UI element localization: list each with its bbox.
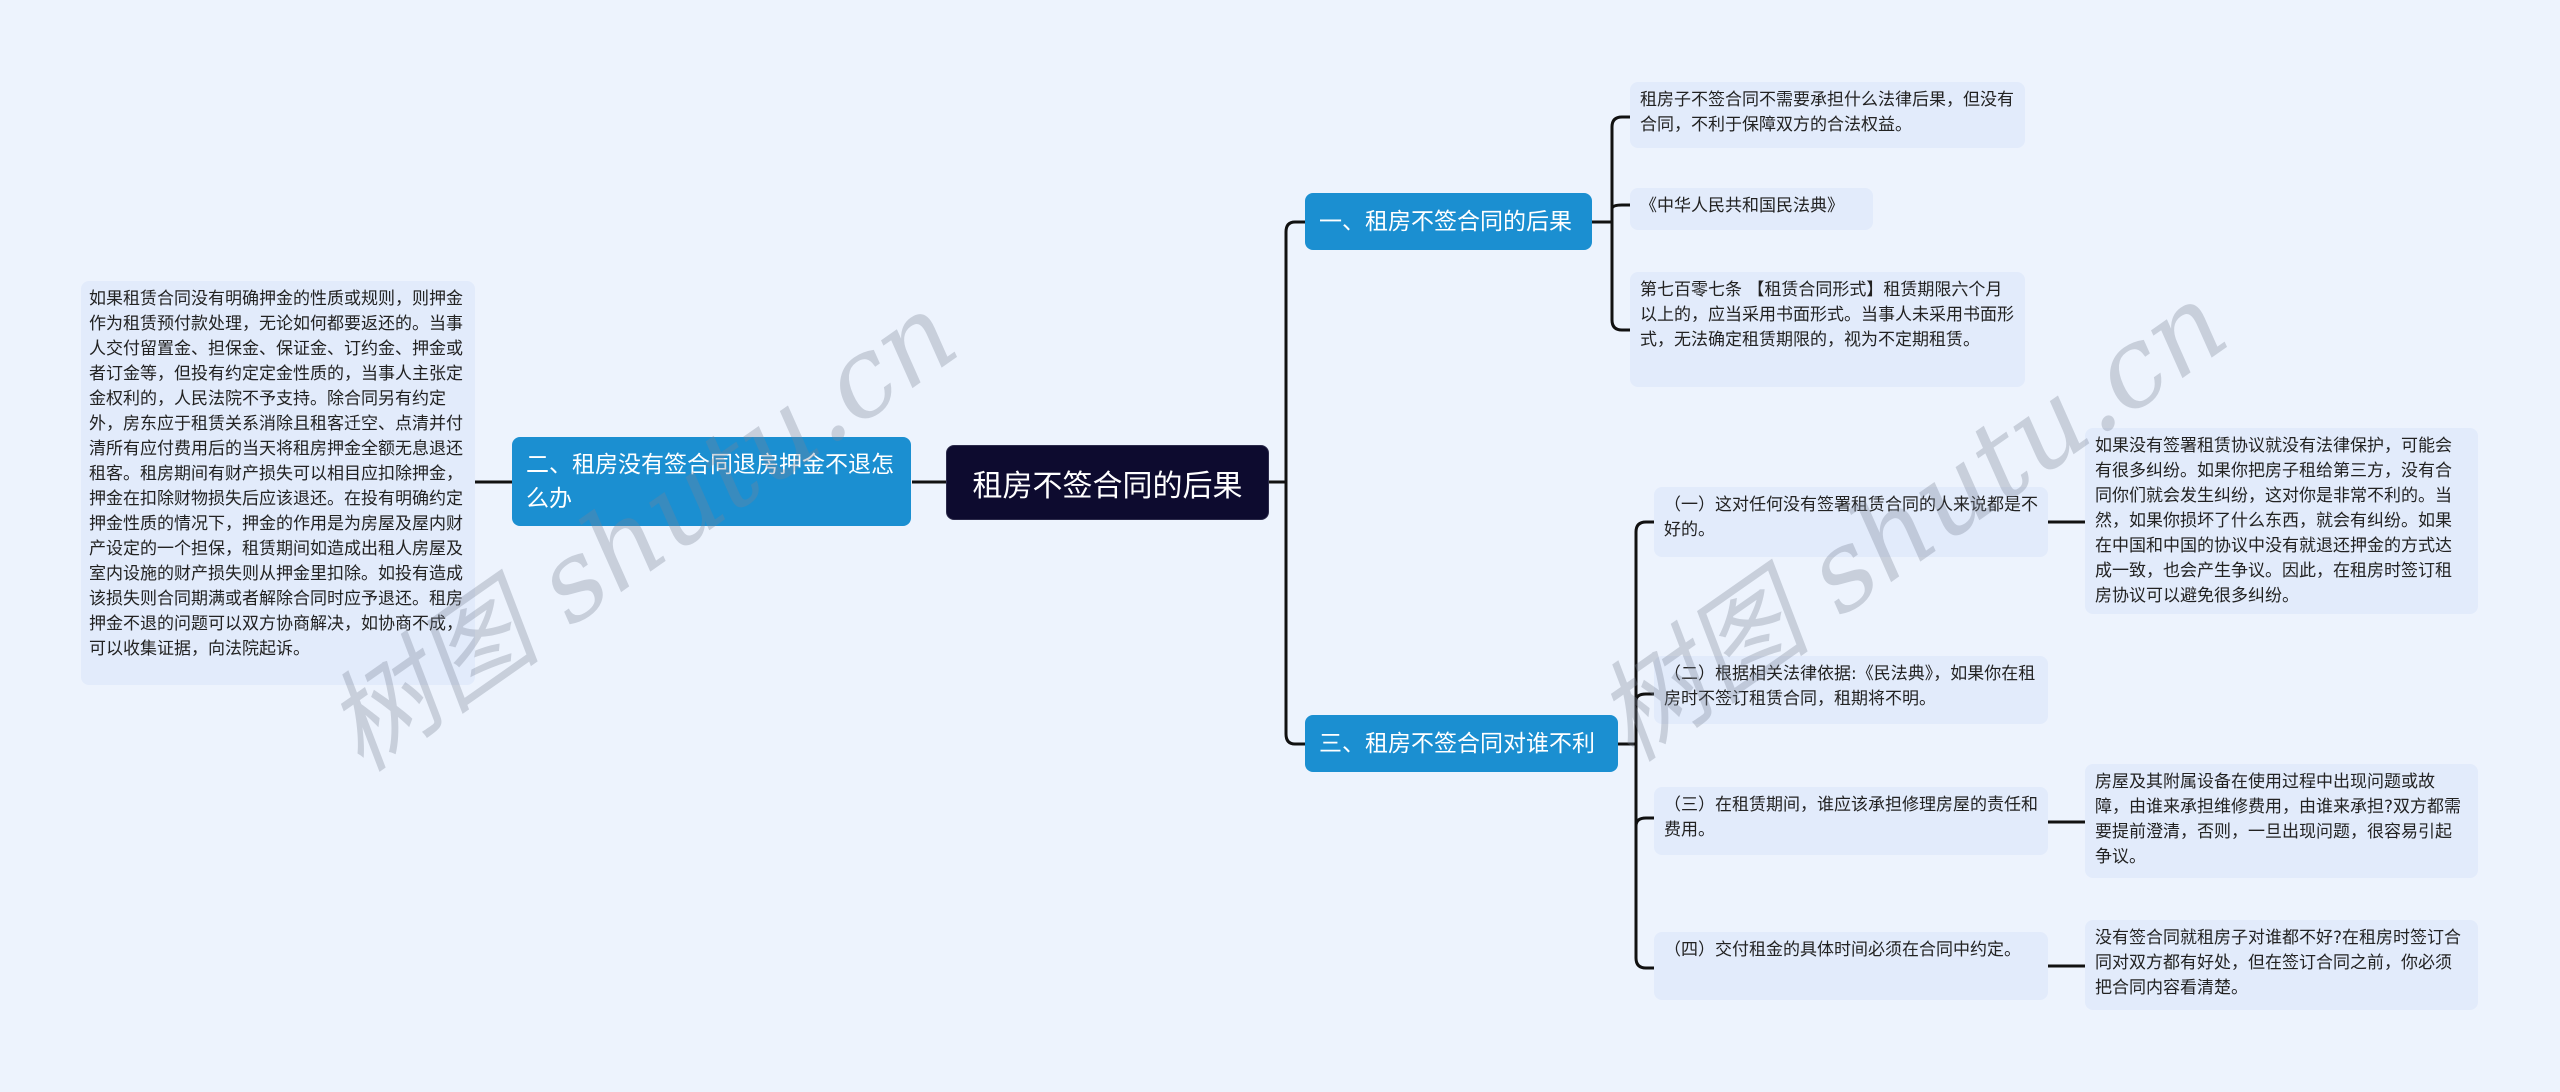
- branch-3-leaf-1-detail[interactable]: 如果没有签署租赁协议就没有法律保护，可能会有很多纠纷。如果你把房子租给第三方，没…: [2085, 428, 2478, 614]
- branch-2-leaf-1[interactable]: 如果租赁合同没有明确押金的性质或规则，则押金作为租赁预付款处理，无论如何都要返还…: [81, 281, 475, 685]
- branch-3-leaf-4-detail[interactable]: 没有签合同就租房子对谁都不好?在租房时签订合同对双方都有好处，但在签订合同之前，…: [2085, 920, 2478, 1010]
- branch-node-2[interactable]: 二、租房没有签合同退房押金不退怎么办: [512, 437, 911, 526]
- connector-branch-1-leaves: [1610, 115, 1630, 332]
- root-label: 租房不签合同的后果: [972, 468, 1243, 504]
- connector-branch-1-leaf-2: [1610, 203, 1630, 210]
- branch-1-leaf-2[interactable]: 《中华人民共和国民法典》: [1630, 188, 1873, 230]
- connector-trunk-branch-1: [1284, 220, 1305, 746]
- connector-branch-3-leaves: [1634, 520, 1654, 970]
- branch-3-leaf-3[interactable]: （三）在租赁期间，谁应该承担修理房屋的责任和费用。: [1654, 787, 2048, 855]
- branch-3-label: 三、租房不签合同对谁不利: [1319, 730, 1595, 757]
- branch-1-leaf-3[interactable]: 第七百零七条 【租赁合同形式】租赁期限六个月以上的，应当采用书面形式。当事人未采…: [1630, 272, 2025, 387]
- branch-node-3[interactable]: 三、租房不签合同对谁不利: [1305, 715, 1618, 772]
- branch-2-label: 二、租房没有签合同退房押金不退怎么办: [526, 451, 894, 512]
- connector-branch-3-leaf-3: [1634, 816, 1654, 827]
- root-node[interactable]: 租房不签合同的后果: [946, 445, 1269, 520]
- branch-1-leaf-1[interactable]: 租房子不签合同不需要承担什么法律后果，但没有合同，不利于保障双方的合法权益。: [1630, 82, 2025, 148]
- branch-3-leaf-3-detail[interactable]: 房屋及其附属设备在使用过程中出现问题或故障，由谁来承担维修费用，由谁来承担?双方…: [2085, 764, 2478, 878]
- branch-3-leaf-1[interactable]: （一）这对任何没有签署租赁合同的人来说都是不好的。: [1654, 487, 2048, 557]
- connector-branch-3-leaf-2: [1634, 692, 1654, 702]
- branch-3-leaf-2[interactable]: （二）根据相关法律依据:《民法典》，如果你在租房时不签订租赁合同，租期将不明。: [1654, 656, 2048, 724]
- branch-node-1[interactable]: 一、租房不签合同的后果: [1305, 193, 1592, 250]
- branch-3-leaf-4[interactable]: （四）交付租金的具体时间必须在合同中约定。: [1654, 932, 2048, 1000]
- branch-1-label: 一、租房不签合同的后果: [1319, 208, 1572, 235]
